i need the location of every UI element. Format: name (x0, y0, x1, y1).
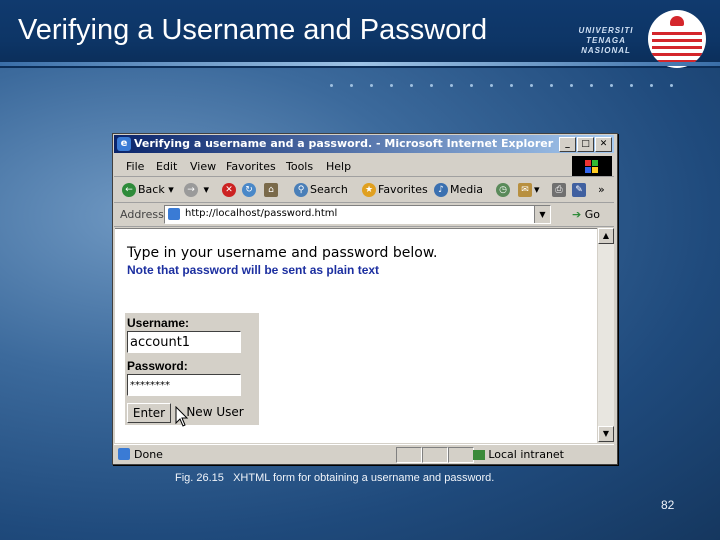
menu-favorites[interactable]: Favorites (226, 160, 276, 173)
logo-emblem (648, 10, 706, 68)
home-icon: ⌂ (264, 183, 278, 197)
status-text: Done (134, 448, 163, 461)
status-pane (448, 447, 474, 463)
window-controls: _ □ ✕ (558, 137, 612, 152)
intro-text: Type in your username and password below… (127, 245, 438, 261)
password-label: Password: (127, 359, 188, 373)
back-button[interactable]: ← Back ▾ (122, 183, 174, 197)
print-button[interactable]: ⎙ (552, 183, 568, 197)
vertical-scrollbar[interactable]: ▲ ▼ (598, 228, 614, 442)
edit-button[interactable]: ✎ (572, 183, 588, 197)
address-label: Address (120, 208, 164, 221)
menu-view[interactable]: View (190, 160, 216, 173)
forward-arrow-icon: → (184, 183, 198, 197)
username-input[interactable]: account1 (127, 331, 241, 353)
page-done-icon (118, 448, 130, 460)
status-bar: Done Local intranet (114, 444, 614, 463)
browser-window: e Verifying a username and a password. -… (112, 133, 618, 465)
decorative-dots (330, 74, 720, 87)
window-titlebar[interactable]: e Verifying a username and a password. -… (114, 135, 614, 153)
header-rule (0, 62, 720, 66)
print-icon: ⎙ (552, 183, 566, 197)
media-icon: ♪ (434, 183, 448, 197)
minimize-button[interactable]: _ (559, 137, 576, 152)
mouse-pointer-icon (175, 406, 189, 427)
ie-icon: e (117, 137, 131, 151)
plain-text-note: Note that password will be sent as plain… (127, 263, 380, 277)
star-icon: ★ (362, 183, 376, 197)
enter-button[interactable]: Enter (127, 403, 171, 423)
username-label: Username: (127, 316, 190, 330)
menu-file[interactable]: File (126, 160, 144, 173)
refresh-button[interactable]: ↻ (242, 183, 258, 197)
maximize-button[interactable]: □ (577, 137, 594, 152)
intranet-icon (473, 450, 486, 460)
back-arrow-icon: ← (122, 183, 136, 197)
search-icon: ⚲ (294, 183, 308, 197)
refresh-icon: ↻ (242, 183, 256, 197)
mail-icon: ✉ (518, 183, 532, 197)
address-input[interactable]: http://localhost/password.html ▼ (164, 205, 551, 224)
favorites-button[interactable]: ★ Favorites (362, 183, 428, 197)
search-button[interactable]: ⚲ Search (294, 183, 348, 197)
address-url: http://localhost/password.html (185, 208, 338, 219)
figure-caption: Fig. 26.15 XHTML form for obtaining a us… (175, 472, 495, 484)
page-number: 82 (661, 498, 675, 512)
password-input[interactable]: ******** (127, 374, 241, 396)
history-icon: ◷ (496, 183, 510, 197)
page-content: Type in your username and password below… (115, 228, 597, 443)
scroll-down-icon[interactable]: ▼ (598, 426, 614, 442)
edit-icon: ✎ (572, 183, 586, 197)
toolbar-overflow[interactable]: » (598, 183, 605, 196)
go-arrow-icon: ➔ (572, 208, 582, 221)
slide-header: Verifying a Username and Password UNIVER… (0, 0, 720, 68)
login-form: Username: account1 Password: ******** En… (125, 313, 259, 427)
stop-icon: ✕ (222, 183, 236, 197)
mail-button[interactable]: ✉ ▾ (518, 183, 540, 197)
stop-button[interactable]: ✕ (222, 183, 238, 197)
home-button[interactable]: ⌂ (264, 183, 280, 197)
close-button[interactable]: ✕ (595, 137, 612, 152)
menu-help[interactable]: Help (326, 160, 351, 173)
status-pane (396, 447, 422, 463)
slide-title: Verifying a Username and Password (18, 14, 488, 46)
address-bar: Address http://localhost/password.html ▼… (114, 204, 614, 227)
security-zone: Local intranet (473, 448, 564, 461)
forward-button[interactable]: → ▾ (184, 183, 209, 197)
page-icon (168, 208, 180, 220)
window-title: Verifying a username and a password. - M… (134, 137, 554, 150)
history-button[interactable]: ◷ (496, 183, 512, 197)
university-logo: UNIVERSITI TENAGA NASIONAL (564, 8, 712, 68)
go-button[interactable]: ➔ Go (572, 208, 600, 221)
scroll-up-icon[interactable]: ▲ (598, 228, 614, 244)
status-pane (422, 447, 448, 463)
toolbar: ← Back ▾ → ▾ ✕ ↻ ⌂ ⚲ Search ★ Favorites ♪ Me… (114, 178, 614, 203)
windows-logo-icon (572, 156, 612, 176)
logo-wordmark: UNIVERSITI TENAGA NASIONAL (578, 26, 634, 55)
address-dropdown-icon[interactable]: ▼ (534, 206, 550, 223)
menu-tools[interactable]: Tools (286, 160, 313, 173)
menu-edit[interactable]: Edit (156, 160, 177, 173)
media-button[interactable]: ♪ Media (434, 183, 483, 197)
menu-bar: File Edit View Favorites Tools Help (114, 156, 614, 177)
